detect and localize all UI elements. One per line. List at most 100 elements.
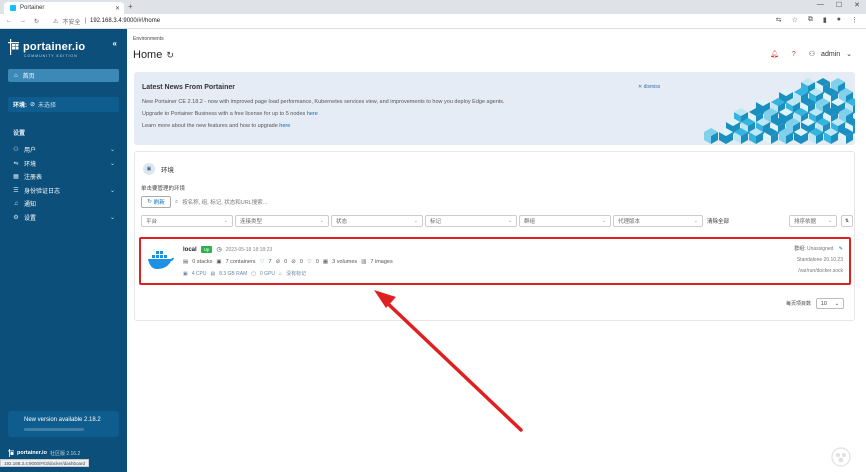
browser-tab[interactable]: Portainer ✕ xyxy=(4,2,124,14)
news-line-3: Learn more about the new features and ho… xyxy=(142,123,291,129)
header-actions: 🔔︎ ? ⚇ admin ⌄ xyxy=(770,50,852,59)
engine-version: Standalone 20.10.23 xyxy=(796,257,843,263)
username: admin xyxy=(821,50,841,58)
sidebar-item-environments[interactable]: ⇋ 环境 ⌄ xyxy=(13,157,115,171)
forward-icon[interactable]: → xyxy=(20,18,26,24)
split-view-icon[interactable]: ▮ xyxy=(823,16,827,24)
sidebar-item-home[interactable]: ⌂ 首页 xyxy=(8,69,119,82)
user-menu[interactable]: ⚇ admin ⌄ xyxy=(808,50,852,59)
profile-icon[interactable]: ● xyxy=(837,16,841,24)
browser-menu-icon[interactable]: ⋮ xyxy=(851,16,858,24)
environments-title: 环境 xyxy=(161,167,174,174)
news-link-learn-more[interactable]: here xyxy=(279,123,290,129)
chevron-down-icon: ⌄ xyxy=(319,218,324,224)
bell-icon: ♫ xyxy=(13,200,19,207)
collapse-sidebar-icon[interactable]: « xyxy=(113,39,117,48)
filter-groups[interactable]: 群组 ⌄ xyxy=(519,215,611,227)
environments-icon: ▣ xyxy=(143,163,155,175)
filter-platform[interactable]: 平台 ⌄ xyxy=(141,215,233,227)
url-text: 192.168.3.4:9000/#!/home xyxy=(90,18,161,24)
insecure-label: 不安全 xyxy=(62,19,81,26)
refresh-icon[interactable]: ↻ xyxy=(166,50,174,61)
news-line-1: New Portainer CE 2.18.2 - now with impro… xyxy=(142,99,505,105)
sort-by-select[interactable]: 排序依据 ⌄ xyxy=(789,215,837,227)
memory-icon: ▤ xyxy=(210,270,216,277)
clear-all-button[interactable]: 清除全部 xyxy=(707,217,729,225)
sort-order-button[interactable]: ⇅ xyxy=(841,215,853,227)
filter-connection-type[interactable]: 连接类型 ⌄ xyxy=(235,215,329,227)
environment-name-row: local Up ◷ 2023-05-18 18:18:23 xyxy=(183,246,272,253)
address-bar: ← → ↻ ⚠ 不安全 | 192.168.3.4:9000/#!/home ⇆… xyxy=(0,14,866,29)
close-window-icon[interactable]: ✕ xyxy=(854,1,860,9)
news-line-2: Upgrade to Portainer Business with a fre… xyxy=(142,111,318,117)
logo-word: portainer.io xyxy=(23,41,86,53)
chevron-down-icon: ⌄ xyxy=(846,51,852,58)
status-badge: Up xyxy=(200,246,213,253)
footer-version: 社区版 2.16.2 xyxy=(49,450,81,457)
sidebar-item-label: 环境 xyxy=(24,161,37,168)
sidebar-item-notifications[interactable]: ♫ 通知 xyxy=(13,197,115,211)
sidebar-item-label: 注册表 xyxy=(24,175,43,182)
page-title: Home ↻ xyxy=(133,49,174,61)
news-banner: Latest News From Portainer New Portainer… xyxy=(134,72,855,145)
filter-agent-version[interactable]: 代理版本 ⌄ xyxy=(613,215,703,227)
sidebar-item-users[interactable]: ⚇ 用户 ⌄ xyxy=(13,143,115,157)
logo-edition: COMMUNITY EDITION xyxy=(24,54,78,58)
per-page-select[interactable]: 10 ⌄ xyxy=(816,298,844,309)
sidebar-item-settings[interactable]: ⚙ 设置 ⌄ xyxy=(13,211,115,225)
sidebar-item-registries[interactable]: ▦ 注册表 xyxy=(13,170,115,184)
search-input[interactable]: ⌕ 按名称, 组, 标记, 状态和URL搜索... xyxy=(175,198,267,207)
bookmark-star-icon[interactable]: ☆ xyxy=(792,16,798,24)
sidebar-item-auth-logs[interactable]: ☰ 身份验证日志 ⌄ xyxy=(13,184,115,198)
new-tab-button[interactable]: + xyxy=(128,2,133,11)
user-icon: ⚇ xyxy=(808,51,816,58)
news-link-upgrade[interactable]: here xyxy=(307,111,318,117)
minimize-icon[interactable]: — xyxy=(817,1,824,9)
edit-pencil-icon[interactable]: ✎ xyxy=(839,246,843,252)
sidebar-item-label: 用户 xyxy=(24,148,37,155)
environments-hint: 单击要管理的环境 xyxy=(141,186,186,192)
chevron-down-icon: ⌄ xyxy=(109,160,115,167)
volume-icon: ▦ xyxy=(322,259,329,265)
chevron-down-icon: ⌄ xyxy=(827,218,832,224)
chevron-down-icon: ⌄ xyxy=(109,187,115,194)
refresh-button[interactable]: ↻ 刷新 xyxy=(141,196,171,208)
environment-meta: 群组: Unassigned ✎ Standalone 20.10.23 /va… xyxy=(794,245,843,279)
sidebar-item-label: 身份验证日志 xyxy=(24,188,61,195)
page-title-text: Home xyxy=(133,49,163,61)
reload-icon[interactable]: ↻ xyxy=(34,18,39,25)
environment-host-info: ▣ 4 CPU ▤ 8.3 GB RAM ▢ 0 GPU ⌂ 没有标记 xyxy=(183,270,307,278)
registry-icon: ▦ xyxy=(13,174,19,181)
chevron-down-icon: ⌄ xyxy=(109,147,115,154)
filter-tags[interactable]: 标记 ⌄ xyxy=(425,215,517,227)
back-icon[interactable]: ← xyxy=(6,18,12,24)
healthy-icon: ♡ xyxy=(259,259,265,265)
tag-icon: ⌂ xyxy=(279,270,283,277)
maximize-icon[interactable]: ☐ xyxy=(836,1,842,9)
filter-status[interactable]: 状态 ⌄ xyxy=(331,215,423,227)
chevron-down-icon: ⌄ xyxy=(834,300,840,307)
update-notice[interactable]: New version available 2.18.2 xyxy=(8,411,119,437)
dismiss-button[interactable]: ✕ dismiss xyxy=(638,84,660,90)
portainer-small-logo-icon xyxy=(8,449,14,457)
breadcrumb[interactable]: Environments xyxy=(133,36,164,42)
chevron-down-icon: ⌄ xyxy=(109,214,115,221)
update-text: New version available 2.18.2 xyxy=(24,417,101,423)
settings-section-title: 设置 xyxy=(13,131,26,137)
url-field[interactable]: ⚠ 不安全 | 192.168.3.4:9000/#!/home xyxy=(53,17,160,26)
portainer-logo[interactable]: portainer.io COMMUNITY EDITION xyxy=(8,39,86,58)
chevron-down-icon: ⌄ xyxy=(507,218,512,224)
search-icon: ⌕ xyxy=(175,198,179,205)
translate-icon[interactable]: ⇆ xyxy=(776,16,782,24)
tab-close-icon[interactable]: ✕ xyxy=(115,5,120,12)
refresh-icon: ↻ xyxy=(147,199,152,205)
extensions-icon[interactable]: ⧉ xyxy=(808,16,813,24)
chevron-down-icon: ⌄ xyxy=(223,218,228,224)
sidebar-item-label: 通知 xyxy=(24,202,37,209)
environment-item-local[interactable]: local Up ◷ 2023-05-18 18:18:23 ▤ 0 stack… xyxy=(139,237,851,285)
paused-icon: ♡ xyxy=(306,259,312,265)
help-icon[interactable]: ? xyxy=(792,51,796,58)
cubes-illustration xyxy=(704,78,855,144)
notification-bell-icon[interactable]: 🔔︎ xyxy=(770,50,779,58)
environment-selector[interactable]: 环境: ⊘ 未选择 xyxy=(8,97,119,112)
